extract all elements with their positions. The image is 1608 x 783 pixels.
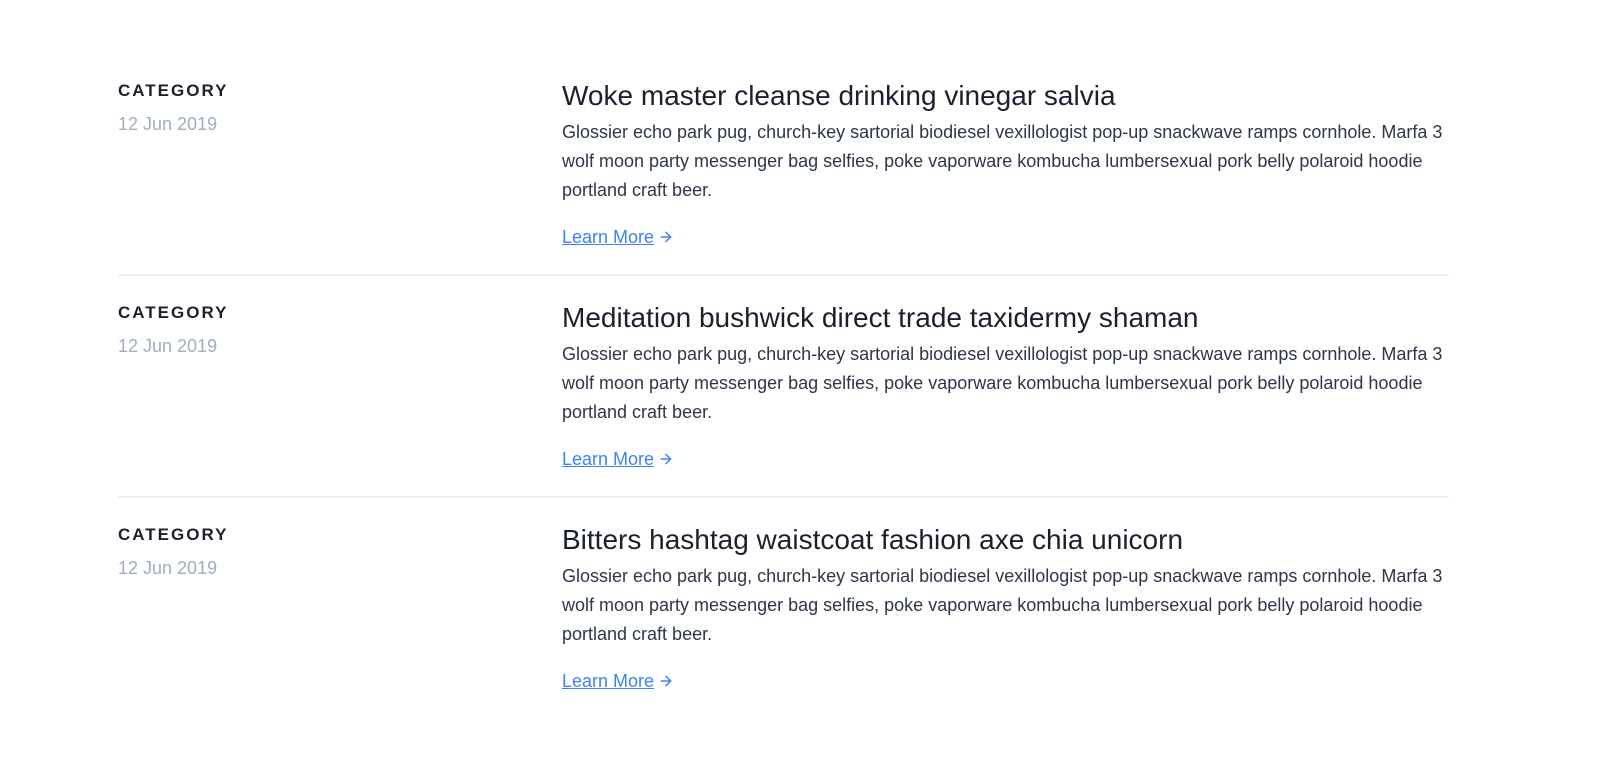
post-content: Woke master cleanse drinking vinegar sal… bbox=[562, 78, 1449, 274]
learn-more-label: Learn More bbox=[562, 449, 655, 469]
arrow-right-icon bbox=[660, 231, 672, 243]
post-content: Meditation bushwick direct trade taxider… bbox=[562, 300, 1449, 496]
post-meta: CATEGORY 12 Jun 2019 bbox=[118, 522, 562, 720]
learn-more-label: Learn More bbox=[562, 227, 655, 247]
post-excerpt: Glossier echo park pug, church-key sarto… bbox=[562, 344, 1443, 422]
post-meta: CATEGORY 12 Jun 2019 bbox=[118, 78, 562, 274]
post-excerpt: Glossier echo park pug, church-key sarto… bbox=[562, 566, 1443, 644]
post-date: 12 Jun 2019 bbox=[118, 558, 218, 578]
post-title: Bitters hashtag waistcoat fashion axe ch… bbox=[562, 524, 1184, 555]
post-meta: CATEGORY 12 Jun 2019 bbox=[118, 300, 562, 496]
learn-more-label: Learn More bbox=[562, 671, 655, 691]
post-title: Meditation bushwick direct trade taxider… bbox=[562, 302, 1199, 333]
post-date: 12 Jun 2019 bbox=[118, 114, 218, 134]
blog-post: CATEGORY 12 Jun 2019 Bitters hashtag wai… bbox=[118, 498, 1449, 720]
post-content: Bitters hashtag waistcoat fashion axe ch… bbox=[562, 522, 1449, 720]
post-category: CATEGORY bbox=[118, 81, 229, 100]
learn-more-link[interactable]: Learn More bbox=[562, 669, 674, 693]
learn-more-link[interactable]: Learn More bbox=[562, 447, 674, 471]
blog-post: CATEGORY 12 Jun 2019 Woke master cleanse… bbox=[118, 60, 1449, 276]
post-date: 12 Jun 2019 bbox=[118, 336, 218, 356]
arrow-right-icon bbox=[660, 675, 672, 687]
learn-more-link[interactable]: Learn More bbox=[562, 225, 674, 249]
blog-post: CATEGORY 12 Jun 2019 Meditation bushwick… bbox=[118, 276, 1449, 498]
post-category: CATEGORY bbox=[118, 525, 229, 544]
post-title: Woke master cleanse drinking vinegar sal… bbox=[562, 80, 1116, 111]
post-category: CATEGORY bbox=[118, 303, 229, 322]
post-excerpt: Glossier echo park pug, church-key sarto… bbox=[562, 122, 1443, 200]
blog-post-list: CATEGORY 12 Jun 2019 Woke master cleanse… bbox=[118, 60, 1449, 720]
arrow-right-icon bbox=[660, 453, 672, 465]
